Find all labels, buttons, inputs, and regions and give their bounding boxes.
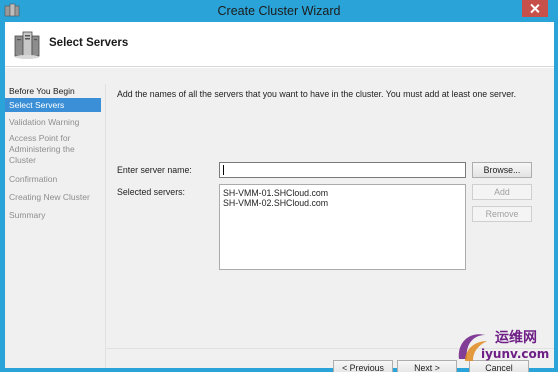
watermark-url-text: iyunv.com <box>481 347 550 361</box>
remove-button[interactable]: Remove <box>472 206 532 222</box>
site-watermark: 运维网 iyunv.com <box>455 325 555 369</box>
wizard-client-area: Select Servers Before You Begin Select S… <box>5 22 554 372</box>
step-validation-warning[interactable]: Validation Warning <box>5 117 101 128</box>
list-item[interactable]: SH-VMM-02.SHCloud.com <box>223 198 462 208</box>
list-item[interactable]: SH-VMM-01.SHCloud.com <box>223 188 462 198</box>
step-access-point[interactable]: Access Point for Administering the Clust… <box>5 133 101 166</box>
next-button[interactable]: Next > <box>397 360 457 372</box>
browse-button[interactable]: Browse... <box>472 162 532 178</box>
step-creating-new-cluster[interactable]: Creating New Cluster <box>5 192 101 203</box>
step-confirmation[interactable]: Confirmation <box>5 174 101 185</box>
steps-nav: Before You Begin Select Servers Validati… <box>5 84 106 368</box>
wizard-window: Create Cluster Wizard Select Servers Bef… <box>0 0 558 372</box>
page-title: Select Servers <box>49 37 129 49</box>
selected-servers-label: Selected servers: <box>117 187 185 197</box>
close-button[interactable] <box>522 0 548 17</box>
wizard-body: Before You Begin Select Servers Validati… <box>5 68 554 372</box>
step-before-you-begin[interactable]: Before You Begin <box>5 86 101 97</box>
step-summary[interactable]: Summary <box>5 210 101 221</box>
step-select-servers[interactable]: Select Servers <box>5 98 101 112</box>
text-caret <box>223 165 224 175</box>
add-button[interactable]: Add <box>472 184 532 200</box>
window-title: Create Cluster Wizard <box>217 4 341 18</box>
server-name-label: Enter server name: <box>117 165 192 175</box>
watermark-chinese-text: 运维网 <box>495 330 537 346</box>
title-bar[interactable]: Create Cluster Wizard <box>0 0 558 22</box>
server-name-input[interactable] <box>219 162 466 178</box>
wizard-header: Select Servers <box>5 22 554 67</box>
selected-servers-list[interactable]: SH-VMM-01.SHCloud.com SH-VMM-02.SHCloud.… <box>219 184 466 270</box>
instructions-text: Add the names of all the servers that yo… <box>117 89 517 99</box>
servers-icon <box>14 31 40 59</box>
previous-button[interactable]: < Previous <box>333 360 393 372</box>
